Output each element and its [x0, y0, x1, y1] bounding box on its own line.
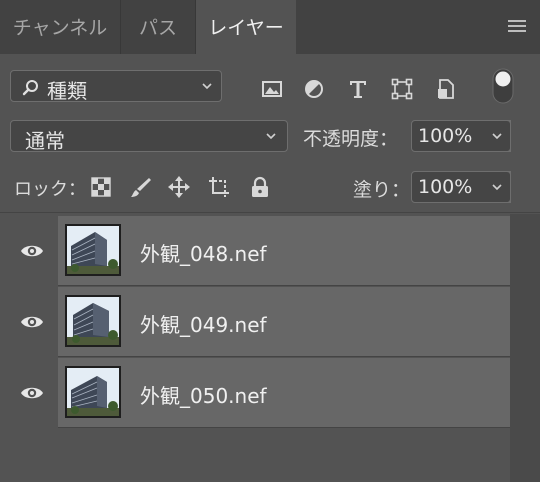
eye-icon[interactable] [20, 313, 44, 331]
adjustment-filter-icon[interactable] [303, 78, 325, 100]
tab-layers[interactable]: レイヤー [196, 0, 296, 55]
chevron-down-icon [492, 184, 502, 191]
layer-name[interactable]: 外観_049.nef [140, 309, 267, 338]
panel-tab-bar: チャンネル パス レイヤー [0, 0, 540, 55]
lock-artboard-icon[interactable] [208, 176, 230, 198]
lock-label: ロック： [14, 179, 86, 200]
image-filter-icon[interactable] [261, 78, 283, 100]
layer-row[interactable]: 外観_050.nef [0, 358, 510, 428]
fill-slider-button[interactable] [485, 171, 511, 203]
opacity-label: 不透明度： [303, 128, 399, 150]
layer-thumbnail [65, 224, 121, 276]
tab-paths[interactable]: パス [121, 0, 196, 54]
chevron-down-icon [202, 83, 212, 90]
smart-object-filter-icon[interactable] [435, 78, 457, 100]
shape-filter-icon[interactable] [391, 78, 413, 100]
layer-name[interactable]: 外観_048.nef [140, 238, 267, 267]
layer-body[interactable]: 外観_049.nef [58, 287, 510, 357]
layer-filter-select[interactable]: 種類 [10, 70, 222, 103]
blend-mode-label: 通常 [25, 129, 65, 153]
visibility-cell[interactable] [0, 287, 58, 357]
blend-mode-select[interactable]: 通常 [10, 120, 288, 153]
layer-row[interactable]: 外観_048.nef [0, 216, 510, 286]
chevron-down-icon [492, 133, 502, 140]
type-filter-icon[interactable] [347, 78, 369, 100]
search-icon [22, 80, 38, 96]
lock-position-icon[interactable] [168, 176, 190, 198]
eye-icon[interactable] [20, 242, 44, 260]
chevron-down-icon [266, 133, 276, 140]
opacity-slider-button[interactable] [485, 120, 511, 152]
panel-menu-icon[interactable] [508, 20, 526, 34]
filter-kind-label: 種類 [47, 79, 87, 103]
tab-channels[interactable]: チャンネル [0, 0, 121, 54]
lock-transparent-pixels-icon[interactable] [90, 176, 112, 198]
layer-thumbnail [65, 295, 121, 347]
filter-toggle-switch[interactable] [492, 68, 514, 104]
layer-name[interactable]: 外観_050.nef [140, 380, 267, 409]
layer-row[interactable]: 外観_049.nef [0, 287, 510, 357]
layer-body[interactable]: 外観_050.nef [58, 358, 510, 428]
layer-thumbnail [65, 366, 121, 418]
lock-image-pixels-icon[interactable] [130, 176, 152, 198]
eye-icon[interactable] [20, 384, 44, 402]
layers-scrollbar[interactable] [510, 214, 540, 482]
layer-body[interactable]: 外観_048.nef [58, 216, 510, 286]
fill-label: 塗り： [353, 179, 411, 201]
lock-all-icon[interactable] [249, 176, 271, 198]
visibility-cell[interactable] [0, 358, 58, 428]
visibility-cell[interactable] [0, 216, 58, 286]
panel-divider [0, 212, 540, 213]
